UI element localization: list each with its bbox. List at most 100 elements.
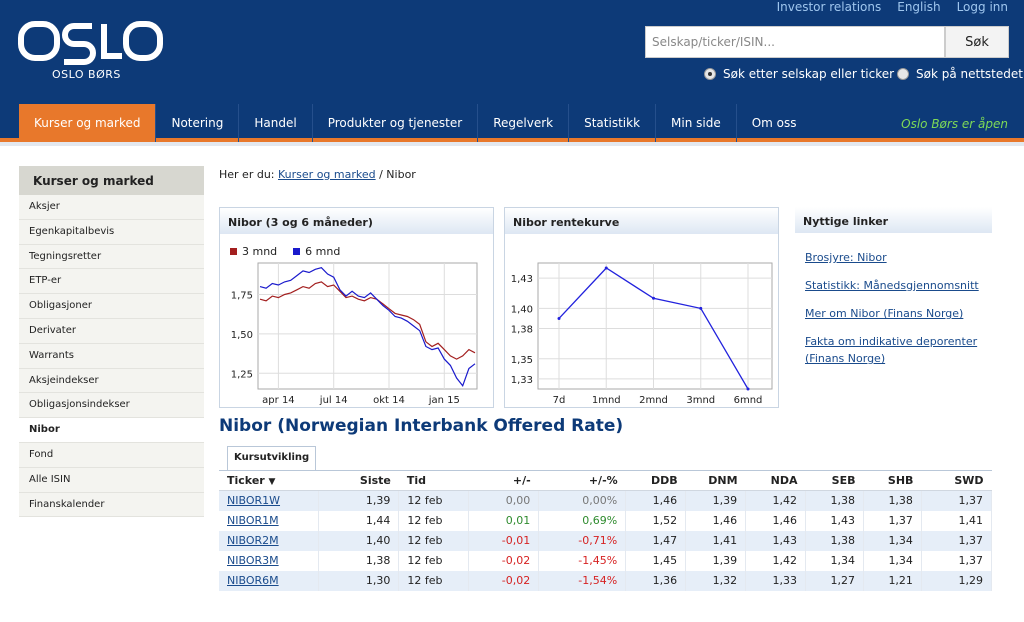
link-statistikk[interactable]: Statistikk: Månedsgjennomsnitt [805, 277, 995, 294]
change-cell: -0,02 [468, 550, 540, 571]
table-row[interactable]: NIBOR6M 1,30 12 feb -0,02 -1,54% 1,36 1,32 1,33… [219, 570, 993, 591]
col-seb[interactable]: SEB [805, 470, 864, 491]
col-change[interactable]: +/- [468, 470, 539, 491]
siste-cell: 1,39 [318, 490, 400, 511]
ticker-cell[interactable]: NIBOR1W [219, 490, 320, 511]
y-tick-label: 1,75 [231, 291, 253, 302]
x-tick-label: jan 15 [428, 395, 460, 406]
nda-cell: 1,33 [745, 570, 807, 591]
nda-cell: 1,43 [745, 530, 807, 551]
col-dnm[interactable]: DNM [685, 470, 746, 491]
nav-divider [0, 142, 1024, 146]
swd-cell: 1,37 [921, 530, 993, 551]
radio-selected-icon[interactable] [704, 68, 716, 80]
nav-min-side[interactable]: Min side [655, 104, 736, 142]
investor-relations-link[interactable]: Investor relations [777, 0, 882, 14]
sidebar-item-warrants[interactable]: Warrants [19, 343, 204, 369]
logo-subtitle: OSLO BØRS [52, 68, 121, 81]
change-pct-cell: 0,00% [538, 490, 627, 511]
breadcrumb: Her er du: Kurser og marked / Nibor [219, 168, 416, 181]
nibor-table: Ticker ▼ Siste Tid +/- +/-% DDB DNM NDA … [219, 470, 993, 591]
radio-company-option[interactable]: Søk etter selskap eller ticker [704, 67, 894, 81]
nav-handel[interactable]: Handel [238, 104, 311, 142]
sidebar-item-obligasjonsindekser[interactable]: Obligasjonsindekser [19, 393, 204, 419]
nda-cell: 1,42 [745, 490, 807, 511]
table-row[interactable]: NIBOR2M 1,40 12 feb -0,01 -0,71% 1,47 1,41 1,43… [219, 530, 993, 551]
nav-produkter[interactable]: Produkter og tjenester [311, 104, 478, 142]
ticker-link[interactable]: NIBOR6M [227, 574, 279, 587]
ticker-cell[interactable]: NIBOR1M [219, 510, 320, 531]
sidebar-item-obligasjoner[interactable]: Obligasjoner [19, 294, 204, 319]
shb-cell: 1,37 [863, 510, 922, 531]
dnm-cell: 1,41 [685, 530, 747, 551]
radio-unselected-icon[interactable] [897, 68, 909, 80]
seb-cell: 1,43 [805, 510, 864, 531]
dnm-cell: 1,39 [685, 550, 747, 571]
nav-regelverk[interactable]: Regelverk [477, 104, 568, 142]
curve-point [652, 296, 655, 300]
nda-cell: 1,46 [745, 510, 807, 531]
ticker-link[interactable]: NIBOR1M [227, 514, 279, 527]
ticker-link[interactable]: NIBOR3M [227, 554, 279, 567]
nav-notering[interactable]: Notering [155, 104, 238, 142]
table-body: NIBOR1W 1,39 12 feb 0,00 0,00% 1,46 1,39 1,42 1,… [219, 490, 993, 591]
col-ticker[interactable]: Ticker ▼ [219, 470, 319, 491]
radio-site-label: Søk på nettstedet [916, 67, 1023, 81]
sidebar-item-alle-isin[interactable]: Alle ISIN [19, 467, 204, 493]
ticker-cell[interactable]: NIBOR2M [219, 530, 320, 551]
curve-point [557, 316, 561, 320]
radio-site-option[interactable]: Søk på nettstedet [897, 67, 1023, 81]
sidebar-item-etp[interactable]: ETP-er [19, 269, 204, 295]
search-input[interactable]: Selskap/ticker/ISIN... [645, 26, 945, 58]
swd-cell: 1,41 [921, 510, 993, 531]
sidebar-item-aksjer[interactable]: Aksjer [19, 195, 204, 220]
link-fakta-deporenter[interactable]: Fakta om indikative deporenter (Finans N… [805, 333, 995, 367]
ticker-link[interactable]: NIBOR1W [227, 494, 280, 507]
sidebar-item-fond[interactable]: Fond [19, 442, 204, 468]
nav-statistikk[interactable]: Statistikk [568, 104, 655, 142]
breadcrumb-link[interactable]: Kurser og marked [278, 168, 376, 181]
col-tid[interactable]: Tid [398, 470, 469, 491]
col-nda[interactable]: NDA [745, 470, 806, 491]
ticker-cell[interactable]: NIBOR6M [219, 570, 320, 591]
col-change-pct[interactable]: +/-% [538, 470, 626, 491]
rate-curve-chart: 1,33 1,35 1,38 1,40 1,43 7d 1mnd 2mnd 3mnd 6mnd [511, 262, 773, 406]
siste-cell: 1,38 [318, 550, 400, 571]
search-button[interactable]: Søk [945, 26, 1009, 58]
change-pct-cell: -1,54% [538, 570, 627, 591]
col-ddb[interactable]: DDB [625, 470, 686, 491]
main-nav: Kurser og marked Notering Handel Produkt… [0, 104, 1024, 142]
sidebar-item-tegningsretter[interactable]: Tegningsretter [19, 244, 204, 270]
y-tick-label: 1,38 [511, 325, 533, 336]
col-shb[interactable]: SHB [863, 470, 922, 491]
sidebar-item-nibor[interactable]: Nibor [19, 418, 204, 443]
col-siste[interactable]: Siste [318, 470, 399, 491]
shb-cell: 1,34 [863, 530, 922, 551]
shb-cell: 1,21 [863, 570, 922, 591]
y-tick-label: 1,35 [511, 355, 533, 366]
x-tick-label: okt 14 [373, 395, 405, 406]
login-link[interactable]: Logg inn [957, 0, 1008, 14]
col-swd[interactable]: SWD [921, 470, 992, 491]
sidebar-item-derivater[interactable]: Derivater [19, 318, 204, 344]
nav-om-oss[interactable]: Om oss [735, 104, 812, 142]
ticker-cell[interactable]: NIBOR3M [219, 550, 320, 571]
table-row[interactable]: NIBOR1M 1,44 12 feb 0,01 0,69% 1,52 1,46 1,46 1,… [219, 510, 993, 531]
sidebar-item-aksjeindekser[interactable]: Aksjeindekser [19, 368, 204, 394]
siste-cell: 1,30 [318, 570, 400, 591]
ticker-link[interactable]: NIBOR2M [227, 534, 279, 547]
english-link[interactable]: English [897, 0, 940, 14]
x-tick-label: apr 14 [262, 395, 295, 406]
link-brosjyre[interactable]: Brosjyre: Nibor [805, 249, 995, 266]
sidebar-item-egenkapitalbevis[interactable]: Egenkapitalbevis [19, 219, 204, 245]
x-tick-label: 6mnd [734, 395, 763, 406]
table-row[interactable]: NIBOR3M 1,38 12 feb -0,02 -1,45% 1,45 1,39 1,42… [219, 550, 993, 571]
nav-kurser-og-marked[interactable]: Kurser og marked [19, 104, 156, 142]
table-row[interactable]: NIBOR1W 1,39 12 feb 0,00 0,00% 1,46 1,39 1,42 1,… [219, 490, 993, 511]
x-tick-label: 2mnd [639, 395, 668, 406]
sort-down-icon[interactable]: ▼ [269, 477, 276, 487]
tab-kursutvikling[interactable]: Kursutvikling [227, 446, 317, 471]
change-cell: -0,02 [468, 570, 540, 591]
link-mer-om-nibor[interactable]: Mer om Nibor (Finans Norge) [805, 305, 995, 322]
sidebar-item-finanskalender[interactable]: Finanskalender [19, 492, 204, 518]
